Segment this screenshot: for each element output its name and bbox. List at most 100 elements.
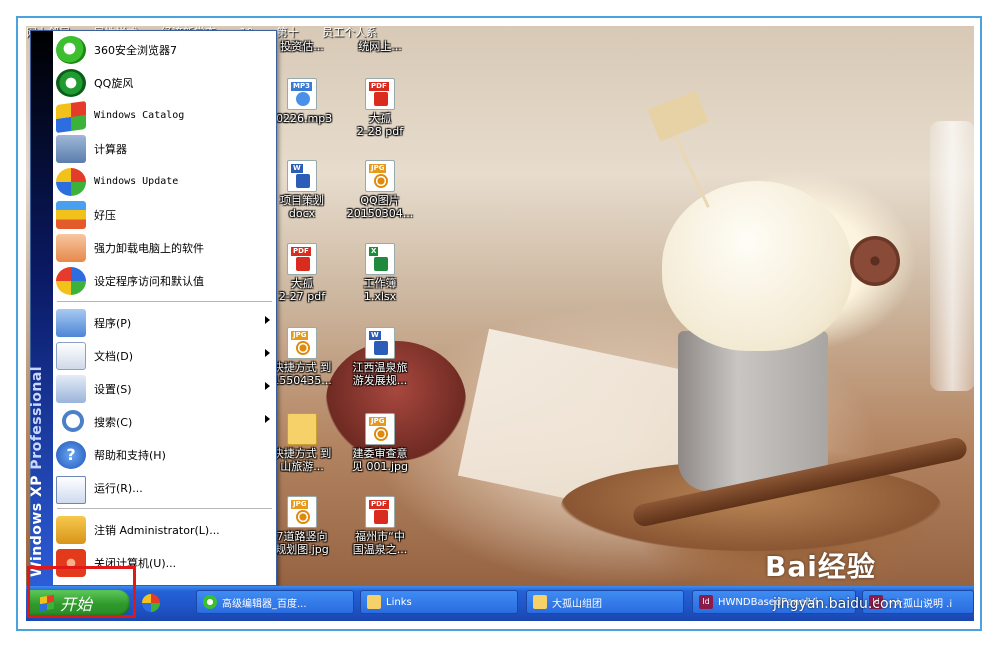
menu-item-help[interactable]: ? 帮助和支持(H) [53,438,276,471]
desktop-label[interactable]: 员工个人系 [322,26,377,39]
documents-icon [56,341,86,370]
task-label: Links [386,596,412,608]
icon-label: 20150304... [346,207,414,220]
wallpaper-glass [930,121,974,391]
menu-item-label: 搜索(C) [94,415,133,429]
desktop-icon-jpg[interactable]: JPG QQ图片 20150304... [340,160,420,220]
qq-xuanfeng-icon [56,68,86,97]
taskbar-task-dagushan[interactable]: 大孤山组团 [526,590,684,614]
file-type-tag: JPG [369,164,387,173]
menu-item-run[interactable]: 运行(R)... [53,471,276,504]
submenu-arrow-icon [265,349,270,357]
pdf-file-icon: PDF [287,243,317,275]
icon-label: 建委审查意 [352,447,408,460]
icon-label: QQ图片 [360,194,400,207]
menu-item-windows-update[interactable]: Windows Update [53,165,276,198]
file-type-tag: JPG [291,331,309,340]
desktop-icon-doc[interactable]: W 江西温泉旅 游发展规... [340,327,420,387]
watermark-text: Bai经验 [765,550,876,583]
menu-item-label: 文档(D) [94,349,134,363]
quick-launch[interactable] [142,594,164,616]
menu-item-calculator[interactable]: 计算器 [53,132,276,165]
desktop-icon-partial[interactable]: 统网上... [340,40,420,53]
wallpaper-cookie [850,236,900,286]
menu-item-label: QQ旋风 [94,76,134,90]
calculator-icon [56,134,86,163]
jpg-shortcut-icon: JPG [287,327,317,359]
icon-label: 游发展规... [352,374,408,387]
folder-shortcut-icon [287,413,317,445]
desktop-icon-xlsx[interactable]: X 工作簿 1.xlsx [340,243,420,303]
task-label: 大孤山组团 [552,598,602,610]
file-type-tag: PDF [369,500,389,509]
menu-item-programs[interactable]: 程序(P) [53,306,276,339]
pdf-file-icon: PDF [365,78,395,110]
folder-icon [533,595,547,609]
jpg-file-icon: JPG [365,413,395,445]
file-type-tag: PDF [291,247,311,256]
menu-item-search[interactable]: 搜索(C) [53,405,276,438]
uninstaller-icon [56,233,86,262]
run-icon [56,476,86,504]
submenu-arrow-icon [265,316,270,324]
menu-item-uninstaller[interactable]: 强力卸载电脑上的软件 [53,231,276,264]
help-icon: ? [56,440,86,469]
taskbar-task-links[interactable]: Links [360,590,518,614]
desktop-icon-jpg[interactable]: JPG 建委审查意 见 001.jpg [340,413,420,473]
start-button-highlight-box [27,566,136,618]
excel-file-icon: X [365,243,395,275]
submenu-arrow-icon [265,415,270,423]
file-type-tag: JPG [369,417,387,426]
menu-item-label: Windows Catalog [94,110,185,121]
browser-icon [203,595,217,609]
menu-item-label: 好压 [94,208,116,222]
programs-icon [56,308,86,337]
search-icon [56,408,86,436]
menu-item-settings[interactable]: 设置(S) [53,372,276,405]
start-menu-items: 360安全浏览器7 QQ旋风 Windows Catalog 计算器 Windo… [53,33,276,579]
wallpaper-ice-cream [662,181,852,351]
menu-item-logoff[interactable]: 注销 Administrator(L)... [53,513,276,546]
wallpaper-flag [647,90,709,142]
taskbar-task-browser[interactable]: 高级编辑器_百度... [196,590,354,614]
icon-label: 统网上... [358,40,402,53]
baidu-jingyan-watermark: Bai经验 [765,545,876,585]
start-menu: Windows XP Professional 360安全浏览器7 QQ旋风 W… [29,30,277,586]
menu-item-windows-catalog[interactable]: Windows Catalog [53,99,276,134]
pdf-file-icon: PDF [365,496,395,528]
menu-item-default-programs[interactable]: 设定程序访问和默认值 [53,264,276,297]
quick-launch-windows-icon [142,594,160,612]
logoff-key-icon [56,515,86,544]
word-file-icon: W [365,327,395,359]
icon-label: 国温泉之... [352,543,408,556]
menu-item-qq-xuanfeng[interactable]: QQ旋风 [53,66,276,99]
icon-label: 大孤 [369,112,391,125]
jpg-file-icon: JPG [365,160,395,192]
brand-xp: XP [29,474,45,497]
word-file-icon: W [287,160,317,192]
menu-item-label: 设定程序访问和默认值 [94,274,204,288]
menu-item-label: 帮助和支持(H) [94,448,166,462]
menu-item-label: 设置(S) [94,382,132,396]
menu-item-360-browser[interactable]: 360安全浏览器7 [53,33,276,66]
desktop-icon-pdf[interactable]: PDF 福州市“中 国温泉之... [340,496,420,556]
menu-item-label: 注销 Administrator(L)... [94,523,220,537]
settings-icon [56,374,86,403]
menu-item-haoya[interactable]: 好压 [53,198,276,231]
menu-item-label: 强力卸载电脑上的软件 [94,241,204,255]
menu-item-label: 360安全浏览器7 [94,43,177,57]
file-type-tag: PDF [369,82,389,91]
jpg-file-icon: JPG [287,496,317,528]
file-type-tag: W [369,331,381,340]
windows-catalog-icon [56,100,86,134]
icon-label: 见 001.jpg [351,460,408,473]
file-type-tag: JPG [291,500,309,509]
menu-item-label: 计算器 [94,142,127,156]
menu-item-documents[interactable]: 文档(D) [53,339,276,372]
task-label: 高级编辑器_百度... [222,598,307,610]
haoya-archiver-icon [56,200,86,229]
indesign-icon: Id [699,595,713,609]
desktop-icon-pdf[interactable]: PDF 大孤 2-28 pdf [340,78,420,138]
windows-update-icon [56,167,86,196]
brand-professional: Professional [29,365,45,470]
